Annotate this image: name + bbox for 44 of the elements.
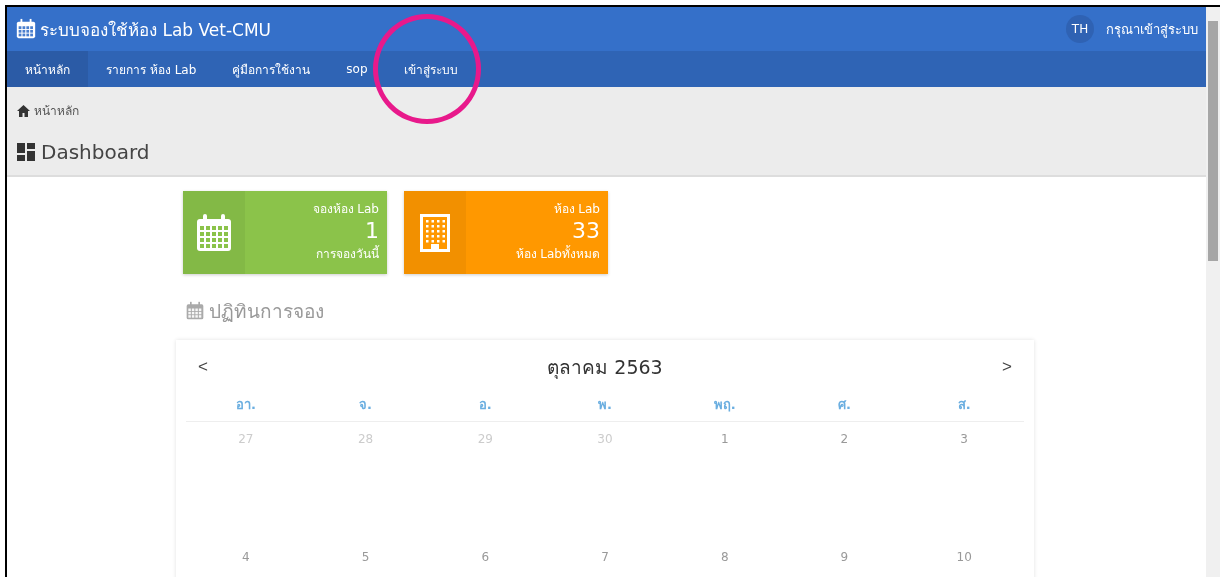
weekday-label: ศ. [784, 382, 905, 422]
month-title: ตุลาคม 2563 [547, 355, 663, 381]
building-icon [420, 213, 450, 252]
day-number[interactable]: 9 [840, 550, 849, 564]
weekday-label: อา. [186, 382, 306, 422]
calendar-icon [15, 18, 37, 40]
breadcrumb-link[interactable]: หน้าหลัก [17, 101, 1196, 120]
card-value: 33 [572, 218, 600, 244]
scrollbar[interactable] [1206, 7, 1220, 577]
card-caption: การจองวันนี้ [316, 244, 379, 263]
weekday-label: พ. [545, 382, 665, 422]
weekday-label: จ. [305, 382, 426, 422]
day-number[interactable]: 10 [956, 550, 972, 564]
card-value: 1 [365, 218, 379, 244]
weekday-label: ส. [904, 382, 1024, 422]
card-title: จองห้อง Lab [312, 201, 379, 218]
nav-tab[interactable]: คู่มือการใช้งาน [214, 51, 329, 87]
login-prompt[interactable]: กรุณาเข้าสู่ระบบ [1106, 18, 1198, 40]
card-caption: ห้อง Labทั้งหมด [515, 244, 600, 263]
page-title: Dashboard [41, 140, 150, 164]
day-number[interactable]: 5 [361, 550, 370, 564]
card-title: ห้อง Lab [553, 201, 600, 218]
calendar-icon [185, 301, 205, 321]
nav-tab[interactable]: หน้าหลัก [7, 51, 88, 87]
app-title: ระบบจองใช้ห้อง Lab Vet-CMU [40, 18, 272, 42]
day-number[interactable]: 4 [242, 550, 250, 564]
day-number[interactable]: 1 [720, 432, 729, 446]
day-number[interactable]: 8 [720, 550, 729, 564]
nav-tab[interactable]: รายการ ห้อง Lab [88, 51, 215, 87]
avatar[interactable]: TH [1066, 15, 1094, 43]
dashboard-icon [17, 143, 35, 161]
day-number[interactable]: 3 [960, 432, 968, 446]
nav-tab[interactable]: เข้าสู่ระบบ [385, 51, 476, 87]
day-number[interactable]: 2 [840, 432, 849, 446]
calendar-icon [196, 213, 232, 252]
home-icon [17, 104, 30, 117]
day-number[interactable]: 6 [481, 550, 490, 564]
day-number[interactable]: 7 [601, 550, 609, 564]
weekday-label: อ. [425, 382, 546, 422]
nav-tab[interactable]: sop [328, 51, 386, 87]
weekday-label: พฤ. [664, 382, 785, 422]
next-month-button[interactable]: > [1002, 357, 1012, 377]
prev-month-button[interactable]: < [198, 357, 208, 377]
section-title: ปฏิทินการจอง [209, 299, 324, 324]
